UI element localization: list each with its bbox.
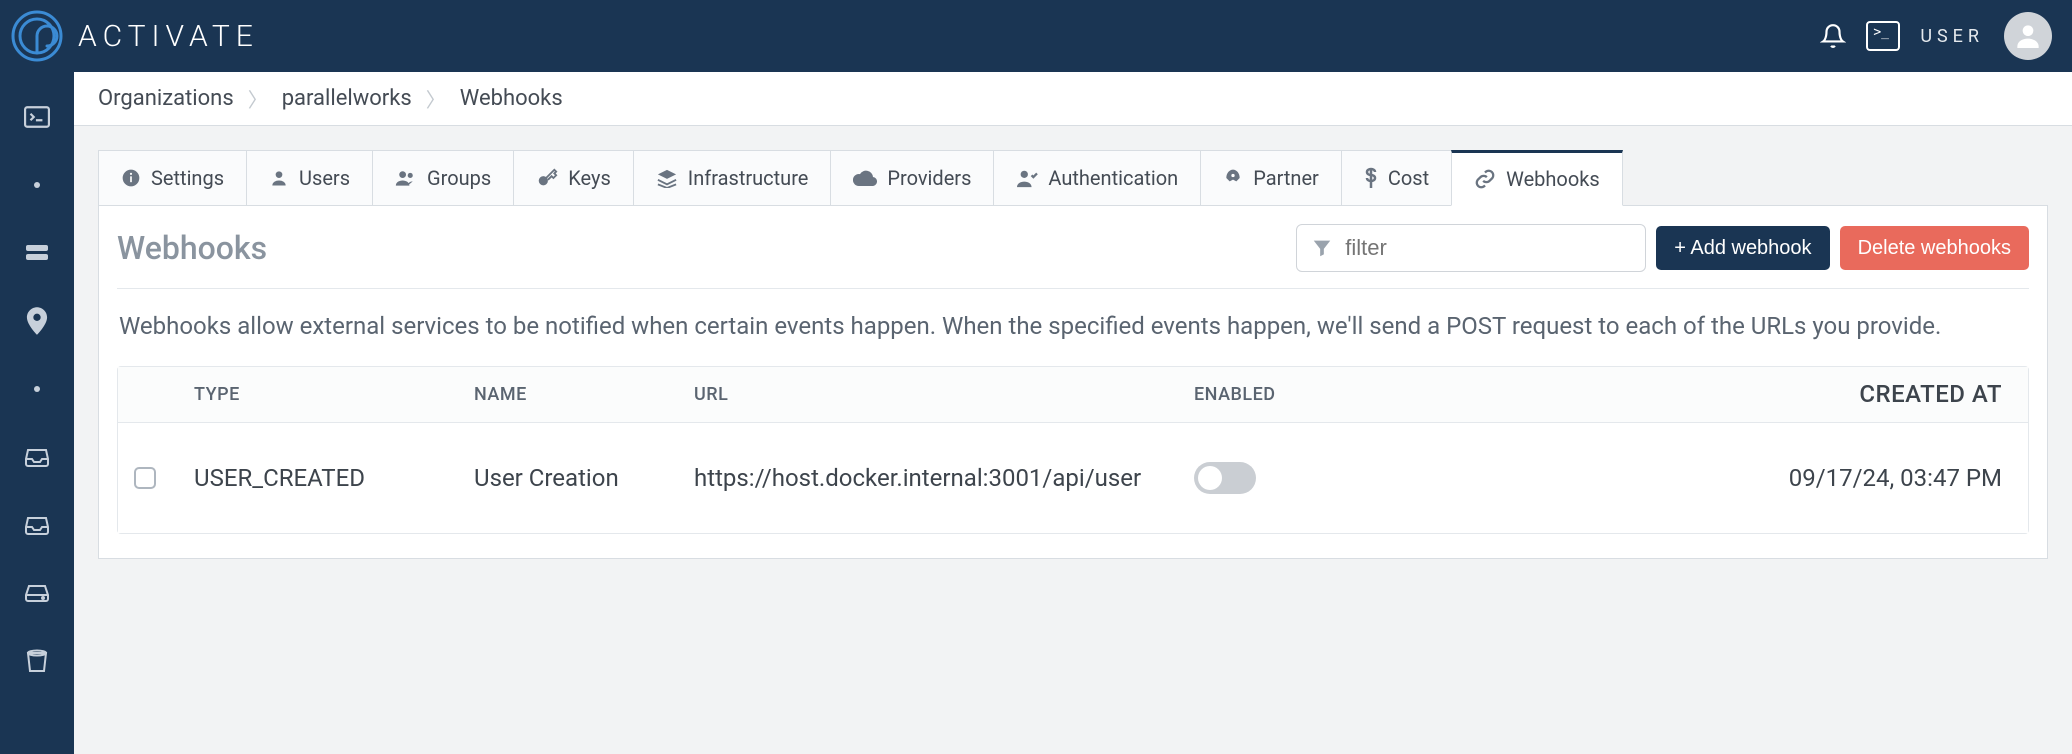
key-icon — [536, 167, 558, 189]
cell-name: User Creation — [474, 464, 694, 492]
tab-label: Providers — [887, 166, 971, 190]
tab-settings[interactable]: Settings — [98, 150, 246, 206]
dollar-icon — [1364, 167, 1378, 189]
table-header: TYPE NAME URL ENABLED CREATED AT — [118, 367, 2028, 423]
crumb-organizations[interactable]: Organizations — [98, 86, 234, 111]
col-enabled: ENABLED — [1194, 384, 1314, 405]
logo-icon — [10, 9, 64, 63]
rail-server-icon[interactable] — [22, 238, 52, 268]
tab-label: Cost — [1388, 166, 1429, 190]
enabled-toggle[interactable] — [1194, 462, 1256, 494]
col-created: CREATED AT — [1314, 380, 2012, 408]
webhooks-panel: Webhooks + Add webhook Delete webhooks W… — [98, 206, 2048, 559]
filter-field[interactable] — [1296, 224, 1646, 272]
toggle-knob — [1198, 466, 1222, 490]
tab-webhooks[interactable]: Webhooks — [1451, 150, 1623, 206]
tab-label: Keys — [568, 166, 611, 190]
rail-drive-icon[interactable] — [22, 578, 52, 608]
tab-infrastructure[interactable]: Infrastructure — [633, 150, 831, 206]
top-header: ACTIVATE >_ USER — [0, 0, 2072, 72]
tab-keys[interactable]: Keys — [513, 150, 633, 206]
col-type: TYPE — [194, 384, 474, 405]
add-webhook-button[interactable]: + Add webhook — [1656, 226, 1829, 270]
cell-created: 09/17/24, 03:47 PM — [1314, 464, 2012, 492]
users-icon — [395, 169, 417, 187]
left-nav-rail — [0, 72, 74, 754]
avatar[interactable] — [2004, 12, 2052, 60]
logo[interactable]: ACTIVATE — [10, 9, 259, 63]
info-icon — [121, 168, 141, 188]
org-tabs: Settings Users Groups — [98, 150, 2048, 206]
bell-icon[interactable] — [1820, 23, 1846, 49]
user-label[interactable]: USER — [1920, 26, 1984, 47]
crumb-org-name[interactable]: parallelworks — [282, 86, 412, 111]
tab-label: Infrastructure — [688, 166, 809, 190]
tab-label: Partner — [1253, 166, 1319, 190]
col-url: URL — [694, 384, 1194, 405]
rail-location-icon[interactable] — [22, 306, 52, 336]
tab-label: Authentication — [1048, 166, 1178, 190]
tab-authentication[interactable]: Authentication — [993, 150, 1200, 206]
terminal-icon[interactable]: >_ — [1866, 21, 1900, 51]
tab-users[interactable]: Users — [246, 150, 372, 206]
tab-label: Settings — [151, 166, 224, 190]
rail-dot-1[interactable] — [22, 170, 52, 200]
chevron-right-icon: 〉 — [248, 84, 268, 113]
delete-webhooks-button[interactable]: Delete webhooks — [1840, 226, 2029, 270]
col-name: NAME — [474, 384, 694, 405]
chevron-right-icon: 〉 — [426, 84, 446, 113]
crumb-current: Webhooks — [460, 86, 563, 111]
brand-text: ACTIVATE — [78, 19, 259, 54]
rail-dot-2[interactable] — [22, 374, 52, 404]
layers-icon — [656, 168, 678, 188]
cell-type: USER_CREATED — [194, 464, 474, 492]
rail-terminal-icon[interactable] — [22, 102, 52, 132]
tab-label: Webhooks — [1506, 167, 1600, 191]
filter-input[interactable] — [1345, 235, 1631, 261]
page-title: Webhooks — [117, 229, 267, 267]
row-checkbox[interactable] — [134, 467, 156, 489]
tab-label: Groups — [427, 166, 491, 190]
link-icon — [1474, 168, 1496, 190]
panel-description: Webhooks allow external services to be n… — [117, 289, 2029, 366]
rail-inbox-icon-2[interactable] — [22, 510, 52, 540]
breadcrumb: Organizations 〉 parallelworks 〉 Webhooks — [74, 72, 2072, 126]
rocket-icon — [1223, 168, 1243, 188]
tab-providers[interactable]: Providers — [830, 150, 993, 206]
auth-icon — [1016, 168, 1038, 188]
cell-url: https://host.docker.internal:3001/api/us… — [694, 464, 1194, 492]
webhooks-table: TYPE NAME URL ENABLED CREATED AT USER_CR… — [117, 366, 2029, 534]
tab-cost[interactable]: Cost — [1341, 150, 1451, 206]
tab-label: Users — [299, 166, 350, 190]
rail-inbox-icon-1[interactable] — [22, 442, 52, 472]
user-icon — [269, 168, 289, 188]
table-row[interactable]: USER_CREATED User Creation https://host.… — [118, 423, 2028, 533]
cloud-icon — [853, 170, 877, 186]
tab-partner[interactable]: Partner — [1200, 150, 1341, 206]
tab-groups[interactable]: Groups — [372, 150, 513, 206]
rail-bucket-icon[interactable] — [22, 646, 52, 676]
filter-icon — [1311, 237, 1333, 259]
